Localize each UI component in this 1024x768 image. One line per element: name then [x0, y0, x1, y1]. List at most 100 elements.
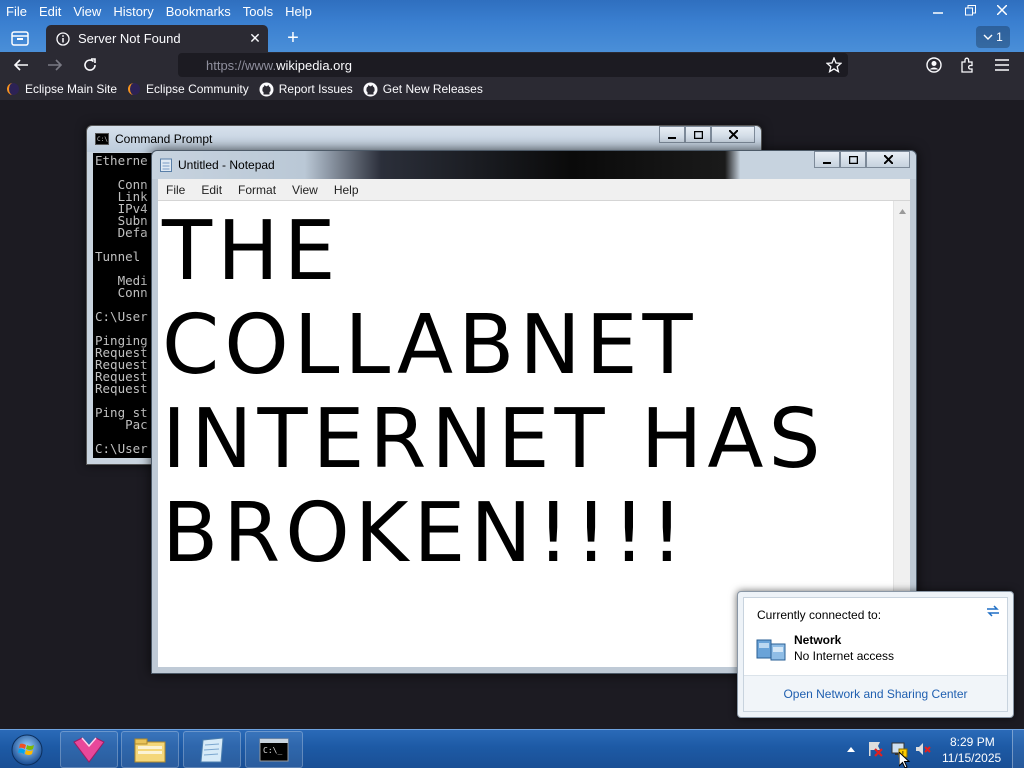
command-prompt-window-controls [659, 126, 755, 143]
minimize-button[interactable] [814, 151, 840, 168]
eclipse-icon [128, 83, 141, 95]
windows-start-orb-icon [11, 734, 43, 766]
notepad-menu-edit[interactable]: Edit [193, 183, 230, 197]
maximize-button[interactable] [840, 151, 866, 168]
window-title: Untitled - Notepad [178, 158, 275, 172]
account-button[interactable] [921, 53, 947, 77]
taskbar-app-command-prompt[interactable]: C:\_ [245, 731, 303, 768]
open-network-sharing-center-link[interactable]: Open Network and Sharing Center [783, 687, 967, 701]
app-menu-button[interactable] [989, 53, 1015, 77]
reload-button[interactable] [77, 53, 103, 77]
hamburger-icon [995, 59, 1009, 71]
volume-muted-icon [916, 743, 931, 755]
volume-tray-icon[interactable] [914, 740, 932, 758]
notepad-menu-view[interactable]: View [284, 183, 326, 197]
network-flyout-panel: Currently connected to: Network No Inter… [743, 597, 1008, 712]
account-icon [926, 57, 942, 73]
restore-button[interactable] [954, 0, 986, 20]
minimize-icon [668, 136, 676, 139]
url-bar[interactable]: https://www. wikipedia.org [178, 53, 848, 77]
bookmark-label: Eclipse Main Site [25, 82, 118, 96]
tab-count-button[interactable]: 1 [976, 26, 1010, 48]
close-button[interactable] [866, 151, 910, 168]
bookmark-label: Report Issues [278, 82, 353, 96]
chevron-up-icon [847, 747, 855, 752]
maximize-icon [848, 155, 858, 164]
notepad-menu-help[interactable]: Help [326, 183, 367, 197]
puzzle-icon [961, 57, 973, 73]
bookmark-get-new-releases[interactable]: Get New Releases [363, 82, 483, 97]
taskbar: C:\_ ! 8:29 PM 11/15/2025 [0, 729, 1024, 768]
menu-file[interactable]: File [0, 4, 33, 19]
menu-edit[interactable]: Edit [33, 4, 67, 19]
notepad-menu-format[interactable]: Format [230, 183, 284, 197]
window-title: Command Prompt [115, 132, 213, 146]
chevron-down-icon [983, 34, 993, 40]
notepad-icon [200, 736, 224, 762]
bookmarks-toolbar: Eclipse Main Site Eclipse Community Repo… [0, 78, 1024, 100]
url-protocol: https://www. [206, 57, 277, 73]
taskbar-app-file-explorer[interactable] [121, 731, 179, 768]
tab-list-icon [11, 31, 29, 46]
network-status: No Internet access [794, 649, 895, 663]
menu-view[interactable]: View [67, 4, 107, 19]
clock-date[interactable]: 11/15/2025 [942, 751, 1001, 765]
tab-title: Server Not Found [78, 31, 181, 46]
minimize-icon [933, 12, 943, 14]
reload-icon [84, 58, 96, 71]
notepad-window-controls [814, 151, 910, 168]
minimize-button[interactable] [659, 126, 685, 143]
bookmark-star-icon[interactable] [826, 57, 842, 73]
scroll-up-button[interactable] [894, 203, 910, 219]
browser-menubar: File Edit View History Bookmarks Tools H… [0, 0, 1024, 22]
bookmark-label: Eclipse Community [146, 82, 249, 96]
mouse-cursor-icon [899, 752, 911, 768]
close-window-button[interactable] [986, 0, 1018, 20]
close-tab-button[interactable]: ✕ [242, 30, 268, 47]
notepad-icon [160, 158, 172, 172]
list-all-tabs-button[interactable] [6, 25, 34, 51]
show-desktop-button[interactable] [1012, 730, 1024, 768]
action-center-tray-icon[interactable] [866, 740, 884, 758]
extensions-button[interactable] [955, 53, 981, 77]
close-button[interactable] [711, 126, 755, 143]
refresh-arrows-icon[interactable] [985, 604, 1001, 618]
start-button[interactable] [6, 732, 48, 768]
svg-text:C:\: C:\ [97, 136, 108, 143]
close-icon [728, 130, 738, 139]
notepad-text-content[interactable]: THE COLLABNET INTERNET HAS BROKEN!!!! [162, 205, 884, 581]
bookmark-eclipse-community[interactable]: Eclipse Community [127, 82, 249, 96]
notepad-titlebar[interactable]: Untitled - Notepad [152, 151, 916, 179]
new-tab-button[interactable]: + [280, 26, 306, 50]
taskbar-app-notepad[interactable] [183, 731, 241, 768]
back-button[interactable] [8, 53, 34, 77]
minimize-icon [823, 161, 831, 164]
info-icon [56, 31, 70, 46]
menu-tools[interactable]: Tools [237, 4, 279, 19]
clock-time[interactable]: 8:29 PM [950, 735, 995, 749]
forward-button[interactable] [42, 53, 68, 77]
file-explorer-icon [134, 738, 166, 762]
minimize-button[interactable] [922, 0, 954, 20]
browser-window-controls [922, 0, 1018, 20]
menu-history[interactable]: History [107, 4, 159, 19]
notepad-menu-file[interactable]: File [158, 183, 193, 197]
eclipse-icon [7, 83, 19, 95]
bookmark-eclipse-main-site[interactable]: Eclipse Main Site [6, 82, 117, 96]
notepad-menubar: File Edit Format View Help [158, 179, 910, 201]
maximize-button[interactable] [685, 126, 711, 143]
svg-text:C:\_: C:\_ [263, 746, 282, 755]
menu-bookmarks[interactable]: Bookmarks [160, 4, 237, 19]
close-icon [883, 155, 893, 164]
show-hidden-icons-button[interactable] [842, 740, 860, 758]
maximize-icon [693, 130, 703, 139]
bookmark-report-issues[interactable]: Report Issues [259, 82, 353, 97]
navigation-bar: https://www. wikipedia.org [0, 52, 1024, 78]
bookmark-label: Get New Releases [382, 82, 483, 96]
network-flyout-footer: Open Network and Sharing Center [744, 675, 1007, 711]
tab-server-not-found[interactable]: Server Not Found ✕ [46, 25, 268, 52]
taskbar-app-paint[interactable] [60, 731, 118, 768]
network-computer-icon [756, 639, 786, 661]
menu-help[interactable]: Help [279, 4, 318, 19]
tab-bar: Server Not Found ✕ + 1 [0, 22, 1024, 52]
